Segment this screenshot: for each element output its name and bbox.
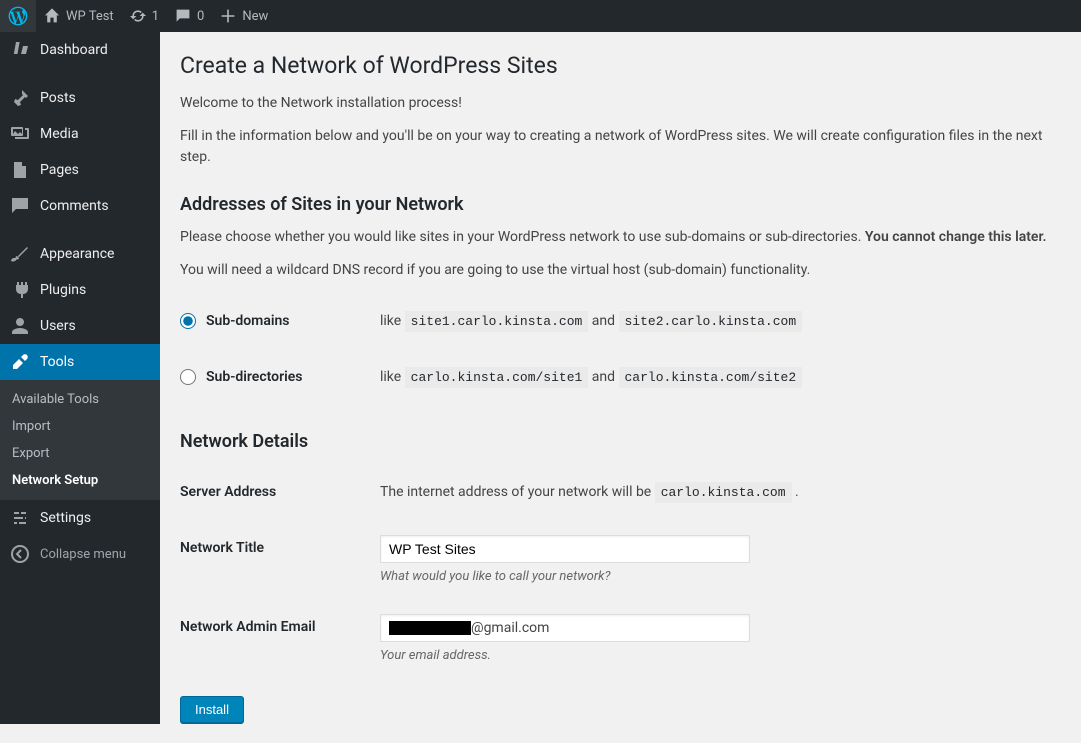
addresses-dns-note: You will need a wildcard DNS record if y… xyxy=(180,260,1061,281)
admin-email-suffix: @gmail.com xyxy=(471,620,549,636)
subdomains-label: Sub-domains xyxy=(206,313,290,329)
code-example: site2.carlo.kinsta.com xyxy=(619,311,803,332)
subitem-export[interactable]: Export xyxy=(0,440,160,467)
code-example: carlo.kinsta.com/site1 xyxy=(405,367,589,388)
subdomains-example: like site1.carlo.kinsta.com and site2.ca… xyxy=(380,293,1061,349)
sidebar-item-plugins[interactable]: Plugins xyxy=(0,272,160,308)
sidebar-item-label: Dashboard xyxy=(40,42,108,58)
row-network-title: Network Title What would you like to cal… xyxy=(180,520,1061,599)
sidebar-item-label: Media xyxy=(40,126,79,142)
sidebar-item-comments[interactable]: Comments xyxy=(0,188,160,224)
collapse-icon xyxy=(10,544,30,564)
intro-text: Fill in the information below and you'll… xyxy=(180,126,1061,168)
tools-submenu: Available Tools Import Export Network Se… xyxy=(0,380,160,500)
plus-icon xyxy=(220,8,236,24)
sidebar-item-settings[interactable]: Settings xyxy=(0,500,160,536)
welcome-text: Welcome to the Network installation proc… xyxy=(180,93,1061,114)
admin-email-input[interactable]: @gmail.com xyxy=(380,614,750,642)
sidebar-item-pages[interactable]: Pages xyxy=(0,152,160,188)
admin-bar: WP Test 1 0 New xyxy=(0,0,1081,32)
sidebar-item-users[interactable]: Users xyxy=(0,308,160,344)
collapse-menu[interactable]: Collapse menu xyxy=(0,536,160,572)
subdomains-option[interactable]: Sub-domains xyxy=(180,313,370,329)
admin-email-label: Network Admin Email xyxy=(180,599,380,678)
wp-logo-menu[interactable] xyxy=(0,0,36,32)
addresses-heading: Addresses of Sites in your Network xyxy=(180,194,1061,215)
page-title: Create a Network of WordPress Sites xyxy=(180,52,1061,79)
subdomains-radio[interactable] xyxy=(180,313,196,329)
sidebar-item-label: Comments xyxy=(40,198,109,214)
updates-menu[interactable]: 1 xyxy=(122,0,167,32)
sidebar-item-dashboard[interactable]: Dashboard xyxy=(0,32,160,68)
sidebar-item-label: Appearance xyxy=(40,246,114,262)
subdirectories-example: like carlo.kinsta.com/site1 and carlo.ki… xyxy=(380,349,1061,405)
settings-icon xyxy=(10,508,30,528)
admin-email-desc: Your email address. xyxy=(380,648,1051,663)
brush-icon xyxy=(10,244,30,264)
row-subdirectories: Sub-directories like carlo.kinsta.com/si… xyxy=(180,349,1061,405)
code-example: site1.carlo.kinsta.com xyxy=(405,311,589,332)
site-name: WP Test xyxy=(66,9,114,24)
row-admin-email: Network Admin Email @gmail.com Your emai… xyxy=(180,599,1061,678)
sidebar-item-label: Settings xyxy=(40,510,91,526)
code-example: carlo.kinsta.com/site2 xyxy=(619,367,803,388)
page-icon xyxy=(10,160,30,180)
refresh-icon xyxy=(130,8,146,24)
server-address-value: The internet address of your network wil… xyxy=(380,464,1061,520)
subitem-import[interactable]: Import xyxy=(0,413,160,440)
subitem-network-setup[interactable]: Network Setup xyxy=(0,467,160,494)
media-icon xyxy=(10,124,30,144)
comment-icon xyxy=(175,8,191,24)
comments-menu[interactable]: 0 xyxy=(167,0,212,32)
subitem-available-tools[interactable]: Available Tools xyxy=(0,386,160,413)
addresses-table: Sub-domains like site1.carlo.kinsta.com … xyxy=(180,293,1061,405)
sidebar-item-tools[interactable]: Tools xyxy=(0,344,160,380)
sidebar-item-appearance[interactable]: Appearance xyxy=(0,236,160,272)
site-menu[interactable]: WP Test xyxy=(36,0,122,32)
sidebar-item-label: Posts xyxy=(40,90,76,106)
details-heading: Network Details xyxy=(180,431,1061,452)
wrench-icon xyxy=(10,352,30,372)
user-icon xyxy=(10,316,30,336)
sidebar-item-label: Pages xyxy=(40,162,79,178)
row-subdomains: Sub-domains like site1.carlo.kinsta.com … xyxy=(180,293,1061,349)
admin-sidebar: Dashboard Posts Media Pages Comments App… xyxy=(0,32,160,724)
sidebar-item-posts[interactable]: Posts xyxy=(0,80,160,116)
new-label: New xyxy=(242,9,268,24)
plugin-icon xyxy=(10,280,30,300)
network-title-desc: What would you like to call your network… xyxy=(380,569,1051,584)
new-menu[interactable]: New xyxy=(212,0,276,32)
addresses-desc: Please choose whether you would like sit… xyxy=(180,227,1061,248)
server-address-label: Server Address xyxy=(180,464,380,520)
subdirectories-option[interactable]: Sub-directories xyxy=(180,369,370,385)
install-button[interactable]: Install xyxy=(180,696,244,723)
comments-count: 0 xyxy=(197,9,204,24)
details-table: Server Address The internet address of y… xyxy=(180,464,1061,678)
subdirectories-label: Sub-directories xyxy=(206,369,303,385)
network-title-input[interactable] xyxy=(380,535,750,563)
network-title-label: Network Title xyxy=(180,520,380,599)
subdirectories-radio[interactable] xyxy=(180,369,196,385)
row-server-address: Server Address The internet address of y… xyxy=(180,464,1061,520)
home-icon xyxy=(44,8,60,24)
pin-icon xyxy=(10,88,30,108)
wordpress-icon xyxy=(8,6,28,26)
collapse-label: Collapse menu xyxy=(40,547,126,562)
sidebar-item-label: Tools xyxy=(40,354,74,370)
redacted-text xyxy=(389,621,471,635)
sidebar-item-label: Plugins xyxy=(40,282,86,298)
comment-icon xyxy=(10,196,30,216)
sidebar-item-media[interactable]: Media xyxy=(0,116,160,152)
sidebar-item-label: Users xyxy=(40,318,76,334)
updates-count: 1 xyxy=(152,9,159,24)
server-address-code: carlo.kinsta.com xyxy=(655,482,792,503)
dashboard-icon xyxy=(10,40,30,60)
content-wrap: Create a Network of WordPress Sites Welc… xyxy=(160,0,1081,743)
